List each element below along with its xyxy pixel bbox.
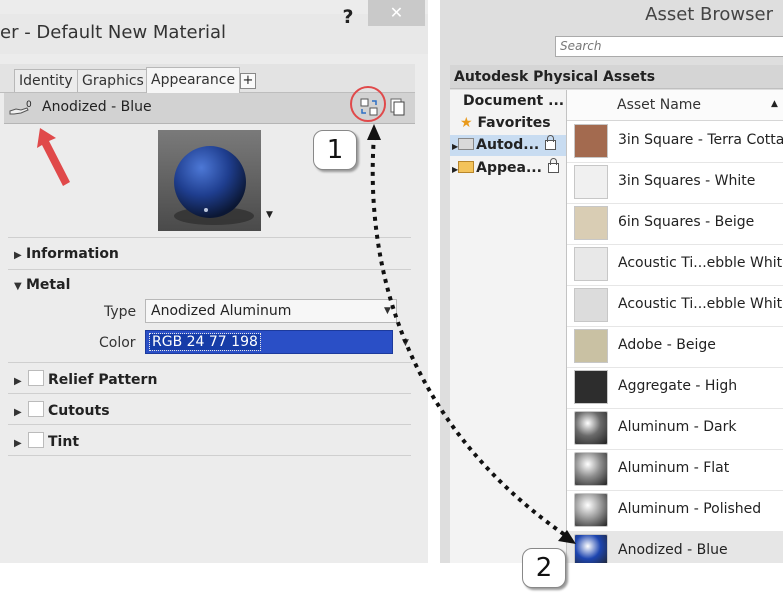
drag-arrow-annotation (367, 124, 576, 544)
callout-step-2: 2 (522, 548, 566, 588)
callout-step-1: 1 (313, 130, 357, 170)
